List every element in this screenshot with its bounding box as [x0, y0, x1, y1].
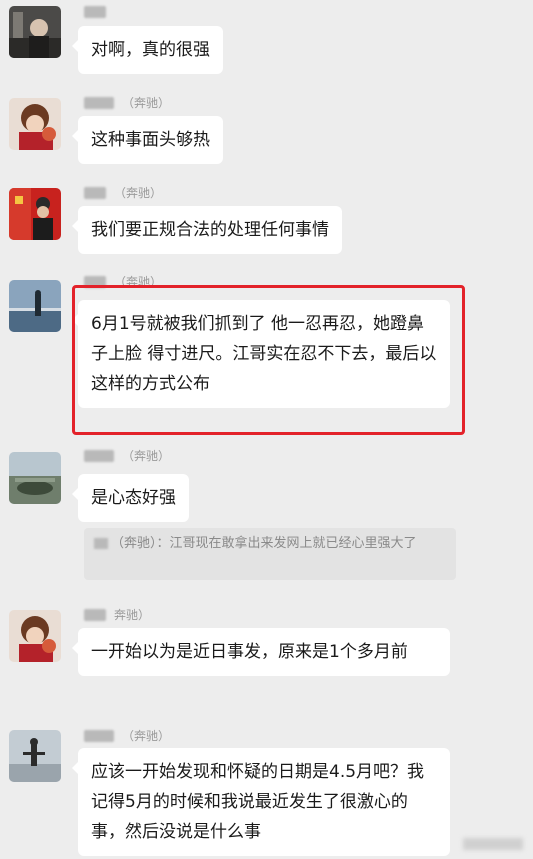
avatar[interactable]	[9, 98, 61, 150]
sender-name: （奔驰）	[84, 94, 170, 111]
quoted-reply[interactable]: （奔驰）：江哥现在敢拿出来发网上就已经心里强大了	[84, 528, 456, 580]
avatar[interactable]	[9, 730, 61, 782]
quote-text: （奔驰）：江哥现在敢拿出来发网上就已经心里强大了	[111, 536, 417, 551]
avatar[interactable]	[9, 452, 61, 504]
message-bubble[interactable]: 对啊，真的很强	[72, 26, 223, 74]
message-text: 是心态好强	[91, 488, 176, 508]
message-text: 这种事面头够热	[91, 130, 210, 150]
message-text: 我们要正规合法的处理任何事情	[91, 220, 329, 240]
watermark	[459, 836, 523, 851]
sender-name: （奔驰）	[84, 727, 170, 744]
message-text: 一开始以为是近日事发，原来是1个多月前	[91, 642, 408, 662]
chat-screen: 对啊，真的很强 （奔驰） 这种事面头够热 （奔驰） 我们要正规合法的处理任何事情	[0, 0, 533, 859]
message-text: 对啊，真的很强	[91, 40, 210, 60]
message-bubble[interactable]: 我们要正规合法的处理任何事情	[72, 206, 342, 254]
sender-name: （奔驰）	[84, 447, 170, 464]
message-bubble[interactable]: 应该一开始发现和怀疑的日期是4.5月吧？我记得5月的时候和我说最近发生了很激心的…	[72, 748, 450, 856]
sender-name: 奔驰）	[84, 606, 150, 623]
highlight-box	[72, 285, 465, 435]
avatar[interactable]	[9, 188, 61, 240]
avatar[interactable]	[9, 610, 61, 662]
avatar[interactable]	[9, 6, 61, 58]
message-bubble[interactable]: 这种事面头够热	[72, 116, 223, 164]
sender-name	[84, 4, 114, 19]
message-text: 应该一开始发现和怀疑的日期是4.5月吧？我记得5月的时候和我说最近发生了很激心的…	[91, 762, 425, 842]
avatar[interactable]	[9, 280, 61, 332]
sender-name: （奔驰）	[84, 184, 162, 201]
message-bubble[interactable]: 是心态好强	[72, 474, 189, 522]
message-bubble[interactable]: 一开始以为是近日事发，原来是1个多月前	[72, 628, 450, 676]
